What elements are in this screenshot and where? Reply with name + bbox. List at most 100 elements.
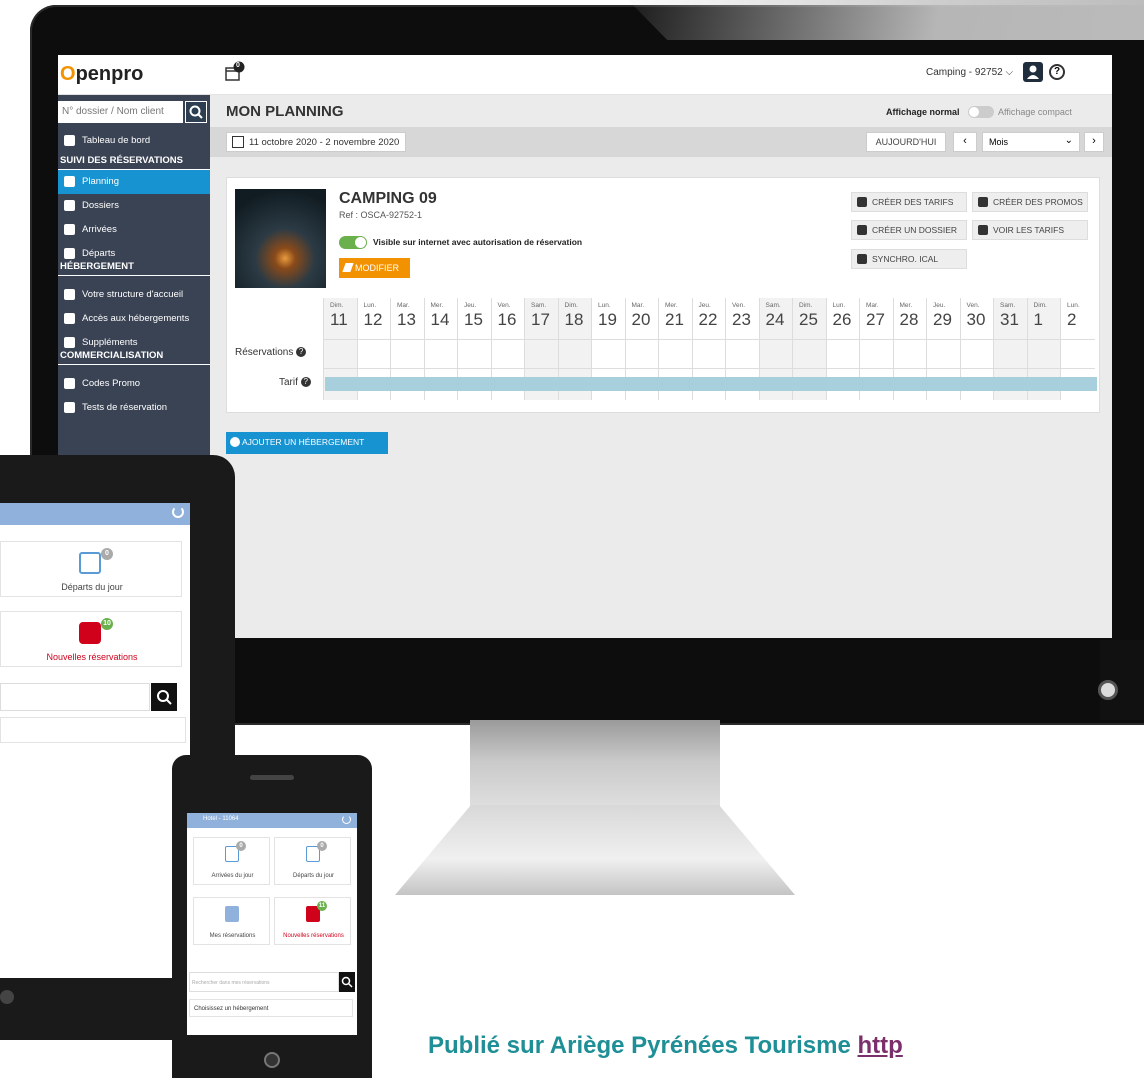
file-search-input[interactable]: N° dossier / Nom client [58,101,183,123]
sidebar-item-label: Codes Promo [82,378,141,389]
phone-my-reservations-tile[interactable]: Mes réservations [193,897,270,945]
day-number: 1 [1033,310,1043,329]
phone-choose-accommodation[interactable]: Choisissez un hébergement [189,999,353,1017]
site-selector[interactable]: Camping - 92752 ⌵ [926,67,1013,78]
sidebar-item[interactable]: Tableau de bord [58,129,210,153]
help-icon[interactable]: ? [296,347,307,358]
published-text: Publié sur Ariège Pyrénées Tourisme [428,1032,858,1059]
day-number: 29 [933,310,952,329]
power-icon[interactable] [172,506,184,518]
published-link[interactable]: http [858,1032,903,1059]
building-icon [64,289,75,300]
day-name: Ven. [497,302,511,309]
display-mode-toggle[interactable] [968,106,994,118]
day-name: Dim. [330,302,344,309]
tablet-screen: 0 Départs du jour 10 Nouvelles réservati… [0,503,190,978]
reservations-label: Réservations [235,347,294,358]
view-tariffs-button[interactable]: VOIR LES TARIFS [972,220,1088,240]
visibility-toggle[interactable] [339,236,367,249]
phone-home-button[interactable] [264,1052,280,1068]
new-reservations-badge: 11 [317,901,327,911]
user-icon[interactable] [1023,62,1043,82]
tablet-list-row[interactable] [0,717,186,743]
phone-header: Hotel - 11064 [187,813,357,828]
help-icon[interactable]: ? [1049,64,1065,80]
my-reservations-label: Mes réservations [209,933,256,939]
day-name: Lun. [1067,302,1080,309]
today-button[interactable]: AUJOURD'HUI [866,132,946,152]
modify-button[interactable]: MODIFIER [339,258,410,278]
sidebar-item[interactable]: Codes Promo [58,372,210,396]
day-number: 26 [832,310,852,329]
sidebar-item[interactable]: Arrivées [58,218,210,242]
sidebar-item[interactable]: Dossiers [58,194,210,218]
create-promos-button[interactable]: CRÉER DES PROMOS [972,192,1088,212]
power-button-icon[interactable] [1098,680,1118,700]
phone-screen: Hotel - 11064 0 Arrivées du jour 0 Dépar… [187,813,357,1035]
sync-ical-button[interactable]: SYNCHRO. ICAL [851,249,967,269]
day-name: Lun. [832,302,846,309]
phone-speaker [250,775,294,780]
tablet-new-reservations-tile[interactable]: 10 Nouvelles réservations [0,611,182,667]
create-tariffs-label: CRÉER DES TARIFS [872,197,954,207]
logo-o: O [60,63,76,85]
help-icon[interactable]: ? [300,377,311,388]
sidebar-item[interactable]: Planning [58,170,210,194]
sidebar-item[interactable]: Accès aux hébergements [58,307,210,331]
phone-frame: Hotel - 11064 0 Arrivées du jour 0 Dépar… [172,755,372,1078]
modify-label: MODIFIER [355,263,399,273]
tablet-search-button[interactable] [151,683,177,711]
next-button[interactable]: › [1084,132,1104,152]
day-number: 12 [363,310,383,329]
add-accommodation-button[interactable]: AJOUTER UN HÉBERGEMENT [226,432,388,454]
phone-search-button[interactable] [339,972,355,992]
day-name: Lun. [363,302,377,309]
sidebar-item[interactable]: Tests de réservation [58,396,210,420]
day-name: Jeu. [464,302,477,309]
day-number: 15 [464,310,483,329]
accommodation-ref: Ref : OSCA-92752-1 [339,210,423,220]
view-tariffs-label: VOIR LES TARIFS [993,225,1065,235]
phone-search-input[interactable]: Rechercher dans mes réservations [189,972,339,992]
sidebar-item-label: Dossiers [82,200,119,211]
sidebar-item[interactable]: Votre structure d'accueil [58,283,210,307]
day-number: 30 [966,310,986,329]
monitor-stand-neck [470,720,720,810]
create-file-button[interactable]: CRÉER UN DOSSIER [851,220,967,240]
day-number: 27 [866,310,885,329]
date-range-picker[interactable]: 11 octobre 2020 - 2 novembre 2020 [226,132,407,152]
search-button[interactable] [185,101,207,123]
phone-new-reservations-tile[interactable]: 11 Nouvelles réservations [274,897,351,945]
accommodation-card: CAMPING 09 Ref : OSCA-92752-1 Visible su… [226,177,1100,413]
tablet-search-input[interactable] [0,683,150,711]
date-range-text: 11 octobre 2020 - 2 novembre 2020 [249,137,400,148]
sync-ical-label: SYNCHRO. ICAL [872,254,939,264]
new-reservations-label: Nouvelles réservations [46,652,138,662]
tarif-bar[interactable] [325,377,1097,391]
openpro-logo[interactable]: Openpro [60,63,143,86]
calendar-plus-icon [857,254,867,264]
notification-count: 0 [236,62,240,69]
calendar-icon [64,176,75,187]
power-icon[interactable] [342,815,351,824]
phone-departures-tile[interactable]: 0 Départs du jour [274,837,351,885]
accommodation-photo [235,189,326,288]
day-name: Mer. [665,302,678,309]
calendar-notification-icon[interactable]: 0 [224,61,246,83]
tablet-home-button[interactable] [0,990,14,1004]
previous-button[interactable]: ‹ [953,132,977,152]
calculator-icon [978,225,988,235]
search-icon [157,690,172,705]
percent-icon [64,378,75,389]
create-tariffs-button[interactable]: CRÉER DES TARIFS [851,192,967,212]
day-number: 11 [330,310,348,329]
tablet-header [0,503,190,525]
tarif-label: Tarif [279,377,298,388]
percent-icon [978,197,988,207]
inbox-icon [225,906,239,922]
tablet-departures-tile[interactable]: 0 Départs du jour [0,541,182,597]
view-mode-value: Mois [989,137,1009,147]
phone-arrivals-tile[interactable]: 0 Arrivées du jour [193,837,270,885]
view-mode-select[interactable]: Mois ⌄ [982,132,1080,152]
list-icon [64,337,75,348]
